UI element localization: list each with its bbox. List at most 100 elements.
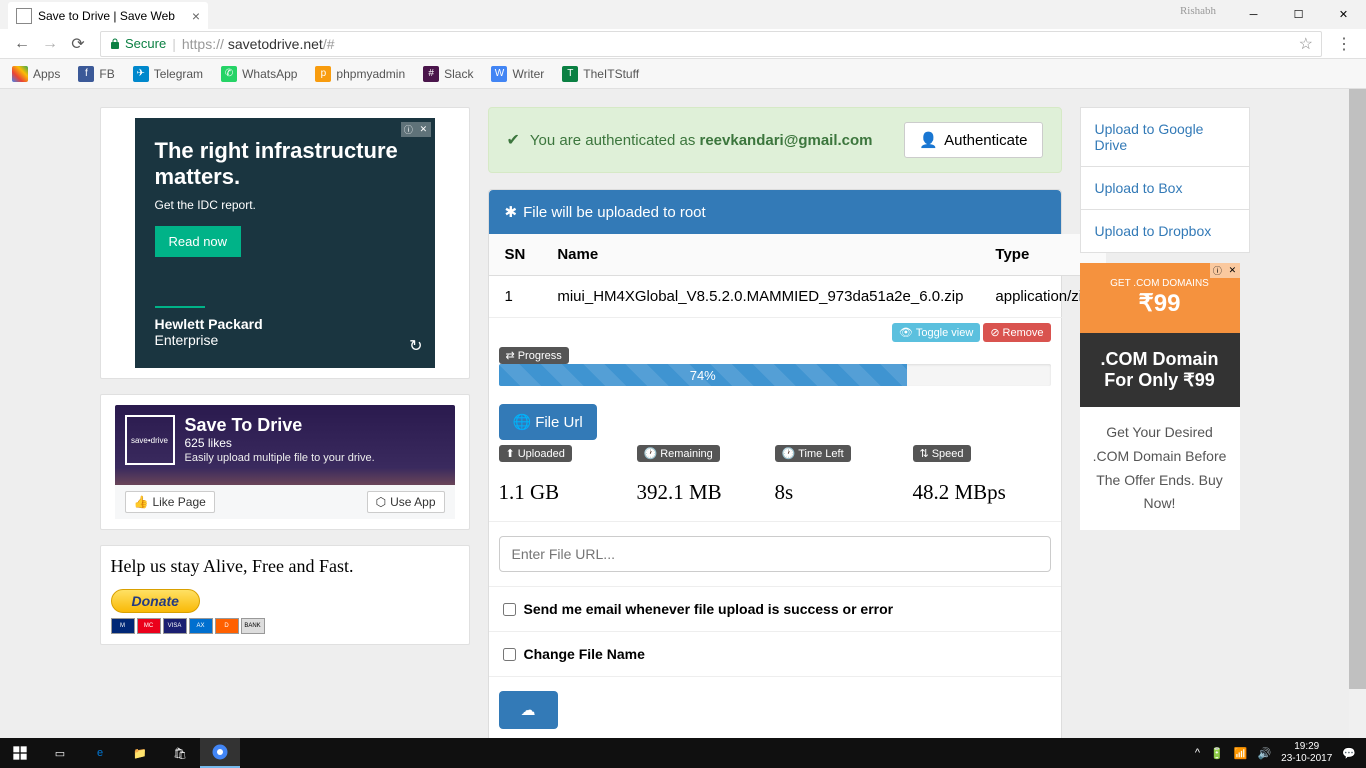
browser-nav-bar: ← → ⟳ Secure | https://savetodrive.net/#…: [0, 29, 1366, 59]
writer-icon: W: [491, 66, 507, 82]
upload-gdrive-link[interactable]: Upload to Google Drive: [1081, 108, 1249, 167]
fb-use-app-button[interactable]: ⬡Use App: [367, 491, 445, 513]
back-button[interactable]: ←: [8, 30, 36, 58]
file-url-input[interactable]: [499, 536, 1051, 572]
globe-icon: 🌐: [513, 413, 532, 431]
close-window-button[interactable]: ✕: [1321, 0, 1366, 29]
facebook-icon: f: [78, 66, 94, 82]
upload-box-link[interactable]: Upload to Box: [1081, 167, 1249, 210]
system-clock[interactable]: 19:29 23-10-2017: [1281, 741, 1332, 765]
chrome-menu-button[interactable]: ⋮: [1330, 30, 1358, 58]
file-url-button[interactable]: 🌐File Url: [499, 404, 597, 440]
bookmark-telegram[interactable]: ✈Telegram: [133, 66, 203, 82]
chrome-icon[interactable]: [200, 738, 240, 768]
progress-label: ⇄Progress: [499, 347, 569, 364]
email-notify-checkbox[interactable]: [503, 603, 516, 616]
start-button[interactable]: [0, 738, 40, 768]
progress-bar: 74%: [499, 364, 1051, 386]
ad-close-icon[interactable]: ⓘ✕: [401, 122, 431, 137]
scrollbar[interactable]: [1349, 89, 1366, 768]
windows-taskbar: ▭ e 📁 🛍 ^ 🔋 📶 🔊 19:29 23-10-2017 💬: [0, 738, 1366, 768]
rename-label: Change File Name: [524, 646, 645, 662]
upload-dropbox-link[interactable]: Upload to Dropbox: [1081, 210, 1249, 252]
task-view-button[interactable]: ▭: [40, 738, 80, 768]
fb-page-title[interactable]: Save To Drive: [185, 415, 375, 436]
battery-icon[interactable]: 🔋: [1210, 747, 1224, 760]
close-tab-icon[interactable]: ×: [192, 8, 200, 24]
uploaded-label: ⬆Uploaded: [499, 445, 572, 462]
auth-email: reevkandari@gmail.com: [699, 132, 872, 149]
address-bar[interactable]: Secure | https://savetodrive.net/# ☆: [100, 31, 1322, 57]
remove-button[interactable]: ⊘Remove: [983, 323, 1050, 342]
donate-button[interactable]: Donate: [111, 589, 200, 613]
fb-page-logo[interactable]: save•drive: [125, 415, 175, 465]
chrome-profile-name[interactable]: Rishabh: [1180, 5, 1216, 17]
bookmark-whatsapp[interactable]: ✆WhatsApp: [221, 66, 297, 82]
whatsapp-icon: ✆: [221, 66, 237, 82]
remaining-label: 🕐Remaining: [637, 445, 720, 462]
donate-heading: Help us stay Alive, Free and Fast.: [111, 556, 459, 577]
speed-label: ⇅Speed: [913, 445, 971, 462]
bookmark-fb[interactable]: fFB: [78, 66, 114, 82]
window-controls: ─ ☐ ✕: [1231, 0, 1366, 29]
edge-icon[interactable]: e: [80, 738, 120, 768]
browser-tab-bar: Save to Drive | Save Web × Rishabh ─ ☐ ✕: [0, 0, 1366, 29]
col-name: Name: [541, 234, 979, 276]
forward-button[interactable]: →: [36, 30, 64, 58]
maximize-button[interactable]: ☐: [1276, 0, 1321, 29]
bookmark-phpmyadmin[interactable]: pphpmyadmin: [315, 66, 405, 82]
apps-icon: [12, 66, 28, 82]
upload-icon: ⬆: [506, 447, 515, 460]
table-row: 1 miui_HM4XGlobal_V8.5.2.0.MAMMIED_973da…: [489, 276, 1107, 318]
minimize-button[interactable]: ─: [1231, 0, 1276, 29]
bookmark-bar: Apps fFB ✈Telegram ✆WhatsApp pphpmyadmin…: [0, 59, 1366, 89]
fb-like-button[interactable]: 👍Like Page: [125, 491, 215, 513]
ad-hpe[interactable]: ⓘ✕ The right infrastructure matters. Get…: [135, 118, 435, 368]
authenticate-button[interactable]: 👤 Authenticate: [904, 122, 1042, 158]
timeleft-value: 8s: [775, 480, 913, 505]
ad-right[interactable]: ⓘ✕ GET .COM DOMAINS ₹99 .COM Domain For …: [1080, 263, 1240, 530]
bookmark-slack[interactable]: #Slack: [423, 66, 473, 82]
tray-chevron-icon[interactable]: ^: [1195, 747, 1200, 759]
wifi-icon[interactable]: 📶: [1234, 747, 1248, 760]
asterisk-icon: ✱: [505, 203, 518, 221]
toggle-view-button[interactable]: 👁Toggle view: [892, 323, 980, 342]
progress-fill: 74%: [499, 364, 907, 386]
bookmark-theitstuff[interactable]: TTheITStuff: [562, 66, 639, 82]
tab-title: Save to Drive | Save Web: [38, 9, 175, 23]
upload-button[interactable]: ☁: [499, 691, 558, 729]
bookmark-star-icon[interactable]: ☆: [1299, 34, 1313, 54]
facebook-widget: save•drive Save To Drive 625 likes Easil…: [115, 405, 455, 519]
apps-button[interactable]: Apps: [12, 66, 60, 82]
speed-value: 48.2 MBps: [913, 480, 1051, 505]
sort-icon: ⇅: [920, 447, 929, 460]
stats-row: ⬆Uploaded 1.1 GB 🕐Remaining 392.1 MB 🕐Ti…: [489, 444, 1061, 522]
browser-tab[interactable]: Save to Drive | Save Web ×: [8, 2, 208, 29]
reload-button[interactable]: ⟳: [64, 30, 92, 58]
file-table: SN Name Type 1 miui_HM4XGlobal_V8.5.2.0.…: [489, 234, 1107, 318]
slack-icon: #: [423, 66, 439, 82]
ad-cta-button[interactable]: Read now: [155, 226, 242, 257]
uploaded-value: 1.1 GB: [499, 480, 637, 505]
thumbs-up-icon: 👍: [134, 495, 149, 509]
refresh-icon: ↻: [409, 336, 422, 356]
page-icon: [16, 8, 32, 24]
donate-section: Help us stay Alive, Free and Fast. Donat…: [100, 545, 470, 645]
volume-icon[interactable]: 🔊: [1257, 747, 1271, 760]
store-icon[interactable]: 🛍: [160, 738, 200, 768]
upload-target-links: Upload to Google Drive Upload to Box Upl…: [1080, 107, 1250, 253]
timeleft-label: 🕐Time Left: [775, 445, 851, 462]
ad-close-icon[interactable]: ⓘ✕: [1210, 263, 1240, 278]
remaining-value: 392.1 MB: [637, 480, 775, 505]
bookmark-writer[interactable]: WWriter: [491, 66, 544, 82]
page-viewport: ⓘ✕ The right infrastructure matters. Get…: [0, 89, 1366, 768]
file-explorer-icon[interactable]: 📁: [120, 738, 160, 768]
notifications-icon[interactable]: 💬: [1342, 747, 1356, 760]
email-notify-label: Send me email whenever file upload is su…: [524, 601, 894, 617]
fb-page-desc: Easily upload multiple file to your driv…: [185, 452, 375, 464]
box-icon: ⬡: [376, 495, 386, 509]
phpmyadmin-icon: p: [315, 66, 331, 82]
upload-header: ✱ File will be uploaded to root: [489, 190, 1061, 234]
rename-checkbox[interactable]: [503, 648, 516, 661]
clock-icon: 🕐: [644, 447, 658, 460]
